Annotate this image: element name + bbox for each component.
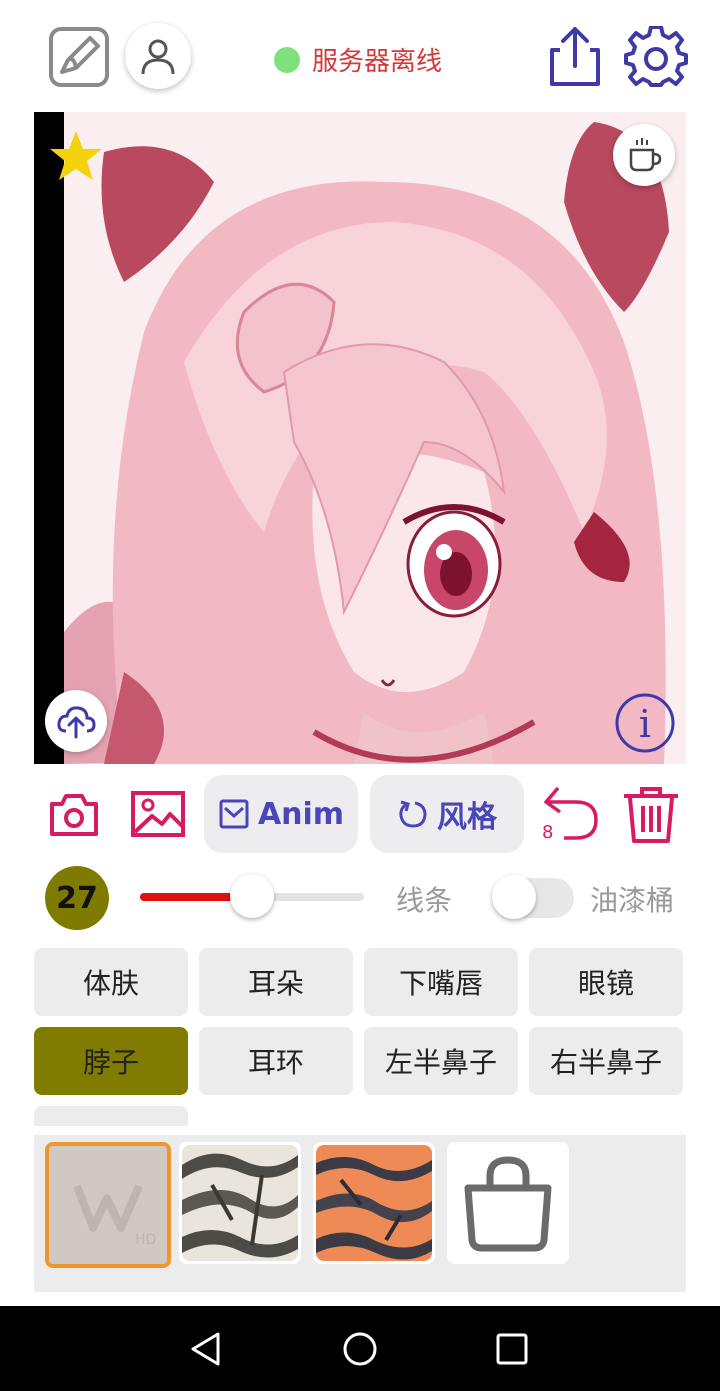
gallery-button[interactable] <box>130 790 186 838</box>
style-button[interactable]: 风格 <box>370 775 524 853</box>
trash-icon <box>624 787 678 843</box>
gear-icon <box>624 25 688 87</box>
refresh-icon <box>399 800 427 828</box>
shop-bag-icon <box>464 1156 552 1252</box>
category-left-nose[interactable]: 左半鼻子 <box>364 1027 518 1095</box>
anime-portrait <box>64 112 686 764</box>
draw-icon <box>49 27 109 87</box>
category-skin[interactable]: 体肤 <box>34 948 188 1016</box>
category-label: 耳环 <box>247 1046 304 1079</box>
anim-button[interactable]: Anim <box>204 775 358 853</box>
toggle-knob <box>492 875 536 919</box>
recents-icon <box>496 1333 528 1365</box>
status-dot <box>274 46 300 73</box>
svg-text:HD: HD <box>135 1232 156 1248</box>
category-lower-lip[interactable]: 下嘴唇 <box>364 948 518 1016</box>
brush-size-value: 27 <box>56 880 98 916</box>
texture-blank[interactable]: HD <box>45 1142 171 1268</box>
nav-back-button[interactable] <box>188 1330 224 1368</box>
checkbox-icon <box>219 799 249 829</box>
category-label: 耳朵 <box>247 967 304 1000</box>
texture-zebra[interactable] <box>179 1142 301 1264</box>
fill-toggle[interactable] <box>492 874 574 920</box>
info-button[interactable]: i <box>614 692 676 754</box>
category-label: 下嘴唇 <box>398 967 483 1000</box>
camera-icon <box>50 794 98 836</box>
category-ears[interactable]: 耳朵 <box>199 948 353 1016</box>
brush-size-badge[interactable]: 27 <box>45 866 109 930</box>
category-label: 左半鼻子 <box>384 1046 497 1079</box>
undo-count: 8 <box>542 822 554 843</box>
category-label: 右半鼻子 <box>549 1046 662 1079</box>
system-nav-bar <box>0 1306 720 1391</box>
favorite-button[interactable] <box>48 128 104 184</box>
tiger-texture-image <box>316 1145 432 1261</box>
style-label: 风格 <box>437 800 497 835</box>
coffee-icon <box>629 138 662 172</box>
nav-home-button[interactable] <box>342 1331 378 1367</box>
share-button[interactable] <box>546 26 604 88</box>
cloud-upload-icon <box>57 706 96 739</box>
line-mode-label: 线条 <box>396 884 453 917</box>
back-icon <box>191 1332 220 1366</box>
fill-mode-label: 油漆桶 <box>590 884 675 917</box>
category-label: 脖子 <box>82 1046 139 1079</box>
star-icon <box>50 131 102 180</box>
slider-thumb[interactable] <box>230 874 274 918</box>
svg-text:i: i <box>639 702 651 746</box>
coffee-button[interactable] <box>613 124 675 186</box>
image-icon <box>131 791 185 837</box>
drawing-canvas[interactable]: i <box>34 112 686 764</box>
brush-size-slider[interactable] <box>140 872 364 922</box>
server-status: 服务器离线 <box>274 41 442 78</box>
category-partial-row[interactable] <box>34 1106 188 1126</box>
draw-button[interactable] <box>48 26 110 88</box>
nav-recents-button[interactable] <box>495 1332 529 1366</box>
info-icon: i <box>615 693 675 753</box>
category-label: 眼镜 <box>577 967 634 1000</box>
home-icon <box>343 1332 377 1366</box>
undo-button[interactable]: 8 <box>540 784 602 844</box>
texture-strip: HD <box>34 1135 686 1292</box>
watermark-logo: HD <box>49 1146 167 1264</box>
texture-tiger[interactable] <box>313 1142 435 1264</box>
user-icon <box>141 39 175 75</box>
settings-button[interactable] <box>624 25 688 90</box>
camera-button[interactable] <box>48 790 100 838</box>
category-right-nose[interactable]: 右半鼻子 <box>529 1027 683 1095</box>
zebra-texture-image <box>182 1145 298 1261</box>
category-glasses[interactable]: 眼镜 <box>529 948 683 1016</box>
category-neck[interactable]: 脖子 <box>34 1027 188 1095</box>
anim-label: Anim <box>257 796 345 832</box>
share-icon <box>550 27 600 86</box>
delete-button[interactable] <box>620 786 682 844</box>
category-earrings[interactable]: 耳环 <box>199 1027 353 1095</box>
user-button[interactable] <box>125 23 191 89</box>
cloud-upload-button[interactable] <box>45 690 107 752</box>
status-text: 服务器离线 <box>312 47 443 77</box>
shop-button[interactable] <box>447 1142 569 1264</box>
category-label: 体肤 <box>82 967 139 1000</box>
